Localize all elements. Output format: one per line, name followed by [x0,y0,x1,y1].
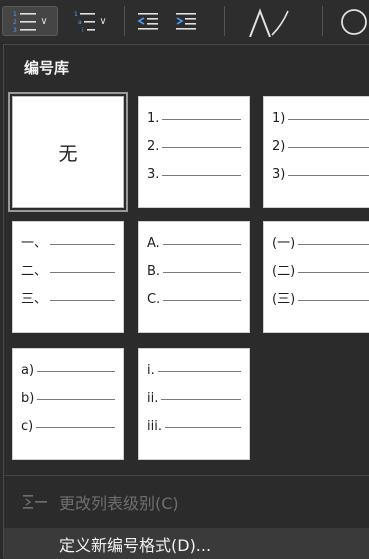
list-item: 3) [272,167,369,183]
menu-item-label: 更改列表级别(C) [59,494,179,513]
svg-text:1: 1 [13,11,17,18]
list-item: 一、 [21,236,115,252]
list-item: A. [147,236,241,252]
ribbon-divider [322,6,323,36]
list-item: c) [21,419,115,435]
list-item: b) [21,391,115,407]
increase-indent-button[interactable] [170,6,202,36]
list-item: 3. [147,167,241,183]
panel-title: 编号库 [24,59,70,77]
chevron-down-icon: ∨ [40,15,48,27]
svg-text:i: i [82,27,84,33]
styles-button[interactable] [238,6,294,37]
increase-indent-icon [176,13,196,30]
svg-text:a: a [78,19,82,26]
list-item: B. [147,264,241,280]
numbering-tile-upper-alpha[interactable]: A. B. C. [138,221,250,333]
numbering-tile-chinese-paren[interactable]: (一) (二) (三) [263,221,369,333]
numbering-tile-arabic-period[interactable]: 1. 2. 3. [138,96,250,208]
list-item: C. [147,292,241,308]
list-item: ii. [147,391,241,407]
multilevel-list-icon: 1 a i [74,11,96,33]
define-new-number-format-menu-item[interactable]: 定义新编号格式(D)... [4,528,369,559]
menu-divider [4,475,369,476]
list-item: 2) [272,139,369,155]
list-item: 二、 [21,264,115,280]
numbering-tile-lower-alpha[interactable]: a) b) c) [12,348,124,460]
menu-item-label: 定义新编号格式(D)... [59,535,212,555]
change-list-level-menu-item[interactable]: 更改列表级别(C) [4,485,369,519]
svg-text:2: 2 [13,19,17,26]
numbering-tile-none[interactable]: 无 [8,92,128,212]
numbering-tile-chinese[interactable]: 一、 二、 三、 [12,221,124,333]
list-item: 1. [147,111,241,127]
decrease-indent-icon [137,13,158,30]
list-item: iii. [147,419,241,435]
list-item: 三、 [21,292,115,308]
chevron-down-icon: ∨ [99,15,107,27]
numbering-button[interactable]: 1 2 3 ∨ [2,6,58,36]
list-item: (三) [272,292,369,308]
svg-text:1: 1 [74,11,78,18]
tile-label: 无 [58,142,78,165]
ribbon-divider [124,6,125,36]
list-item: a) [21,363,115,379]
numbered-list-icon: 1 2 3 [13,11,37,33]
styles-icon [249,8,289,37]
ribbon-paragraph-group: 1 2 3 ∨ 1 a i ∨ [0,0,369,42]
list-item: i. [147,363,241,379]
list-item: (一) [272,236,369,252]
ribbon-divider [224,6,225,36]
list-item: 1) [272,111,369,127]
numbering-tile-lower-roman[interactable]: i. ii. iii. [138,348,250,460]
svg-text:3: 3 [13,27,17,33]
find-button[interactable] [334,6,369,36]
numbering-tile-arabic-paren[interactable]: 1) 2) 3) [263,96,369,208]
decrease-indent-button[interactable] [132,6,164,36]
search-icon [341,9,367,35]
numbering-library-panel: 编号库 无 1. 2. 3. 1) 2) 3) 一、 二、 三、 A. B. C… [3,44,369,559]
multilevel-list-button[interactable]: 1 a i ∨ [66,6,114,36]
list-item: (二) [272,264,369,280]
list-item: 2. [147,139,241,155]
change-level-icon [22,493,52,511]
